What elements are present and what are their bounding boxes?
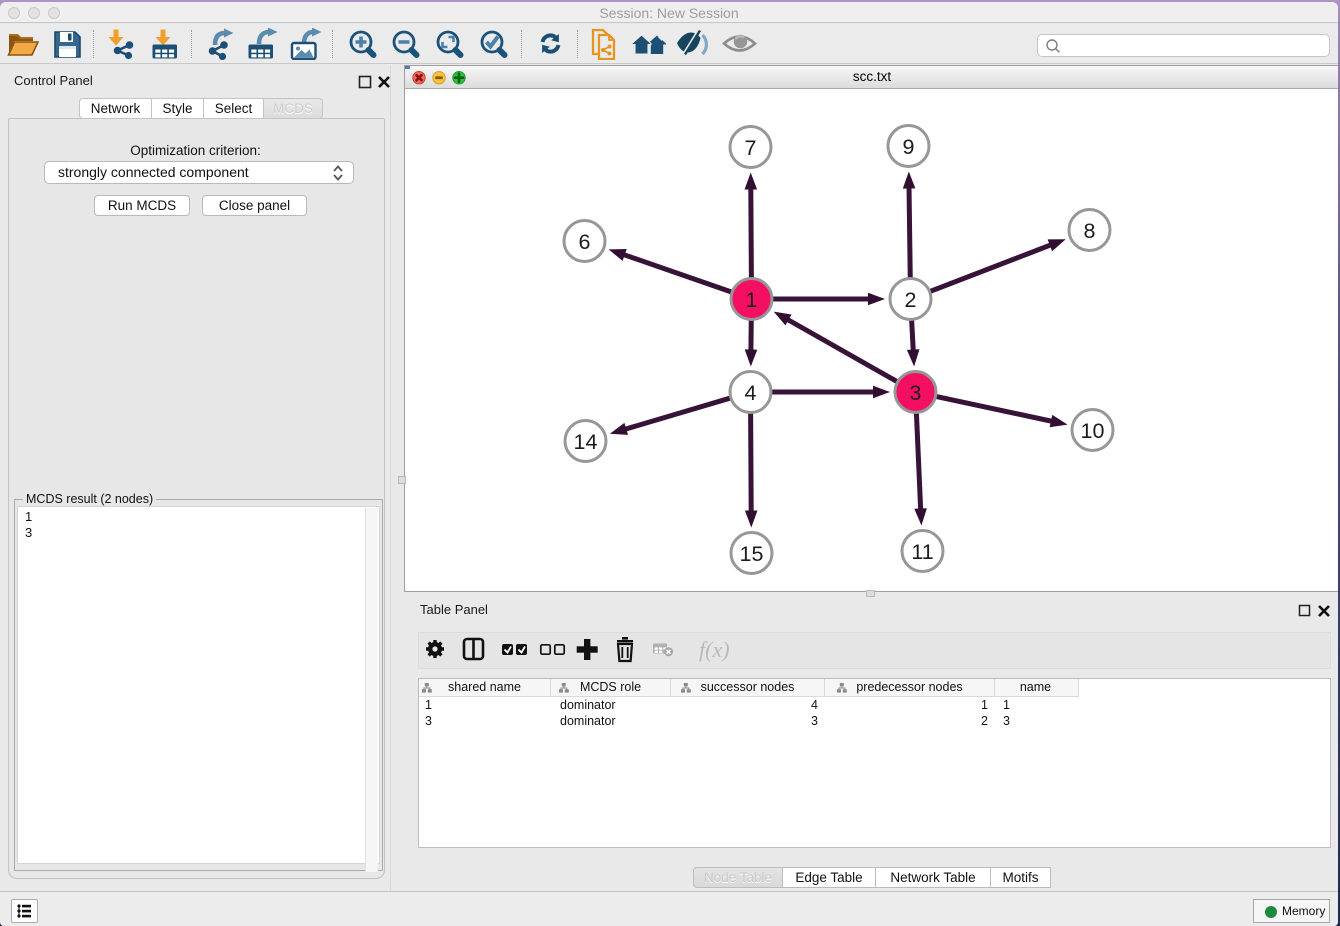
svg-text:4: 4 — [745, 381, 757, 405]
svg-text:2: 2 — [905, 288, 917, 312]
svg-text:9: 9 — [903, 135, 915, 159]
svg-text:6: 6 — [579, 230, 591, 254]
svg-text:8: 8 — [1084, 219, 1096, 243]
svg-text:f(x): f(x) — [699, 637, 730, 662]
svg-text:7: 7 — [745, 136, 757, 160]
svg-text:14: 14 — [574, 430, 598, 454]
svg-text:15: 15 — [740, 542, 764, 566]
svg-text:3: 3 — [910, 381, 922, 405]
svg-text:10: 10 — [1081, 419, 1105, 443]
svg-text:11: 11 — [911, 540, 933, 564]
svg-text:1: 1 — [746, 288, 758, 312]
